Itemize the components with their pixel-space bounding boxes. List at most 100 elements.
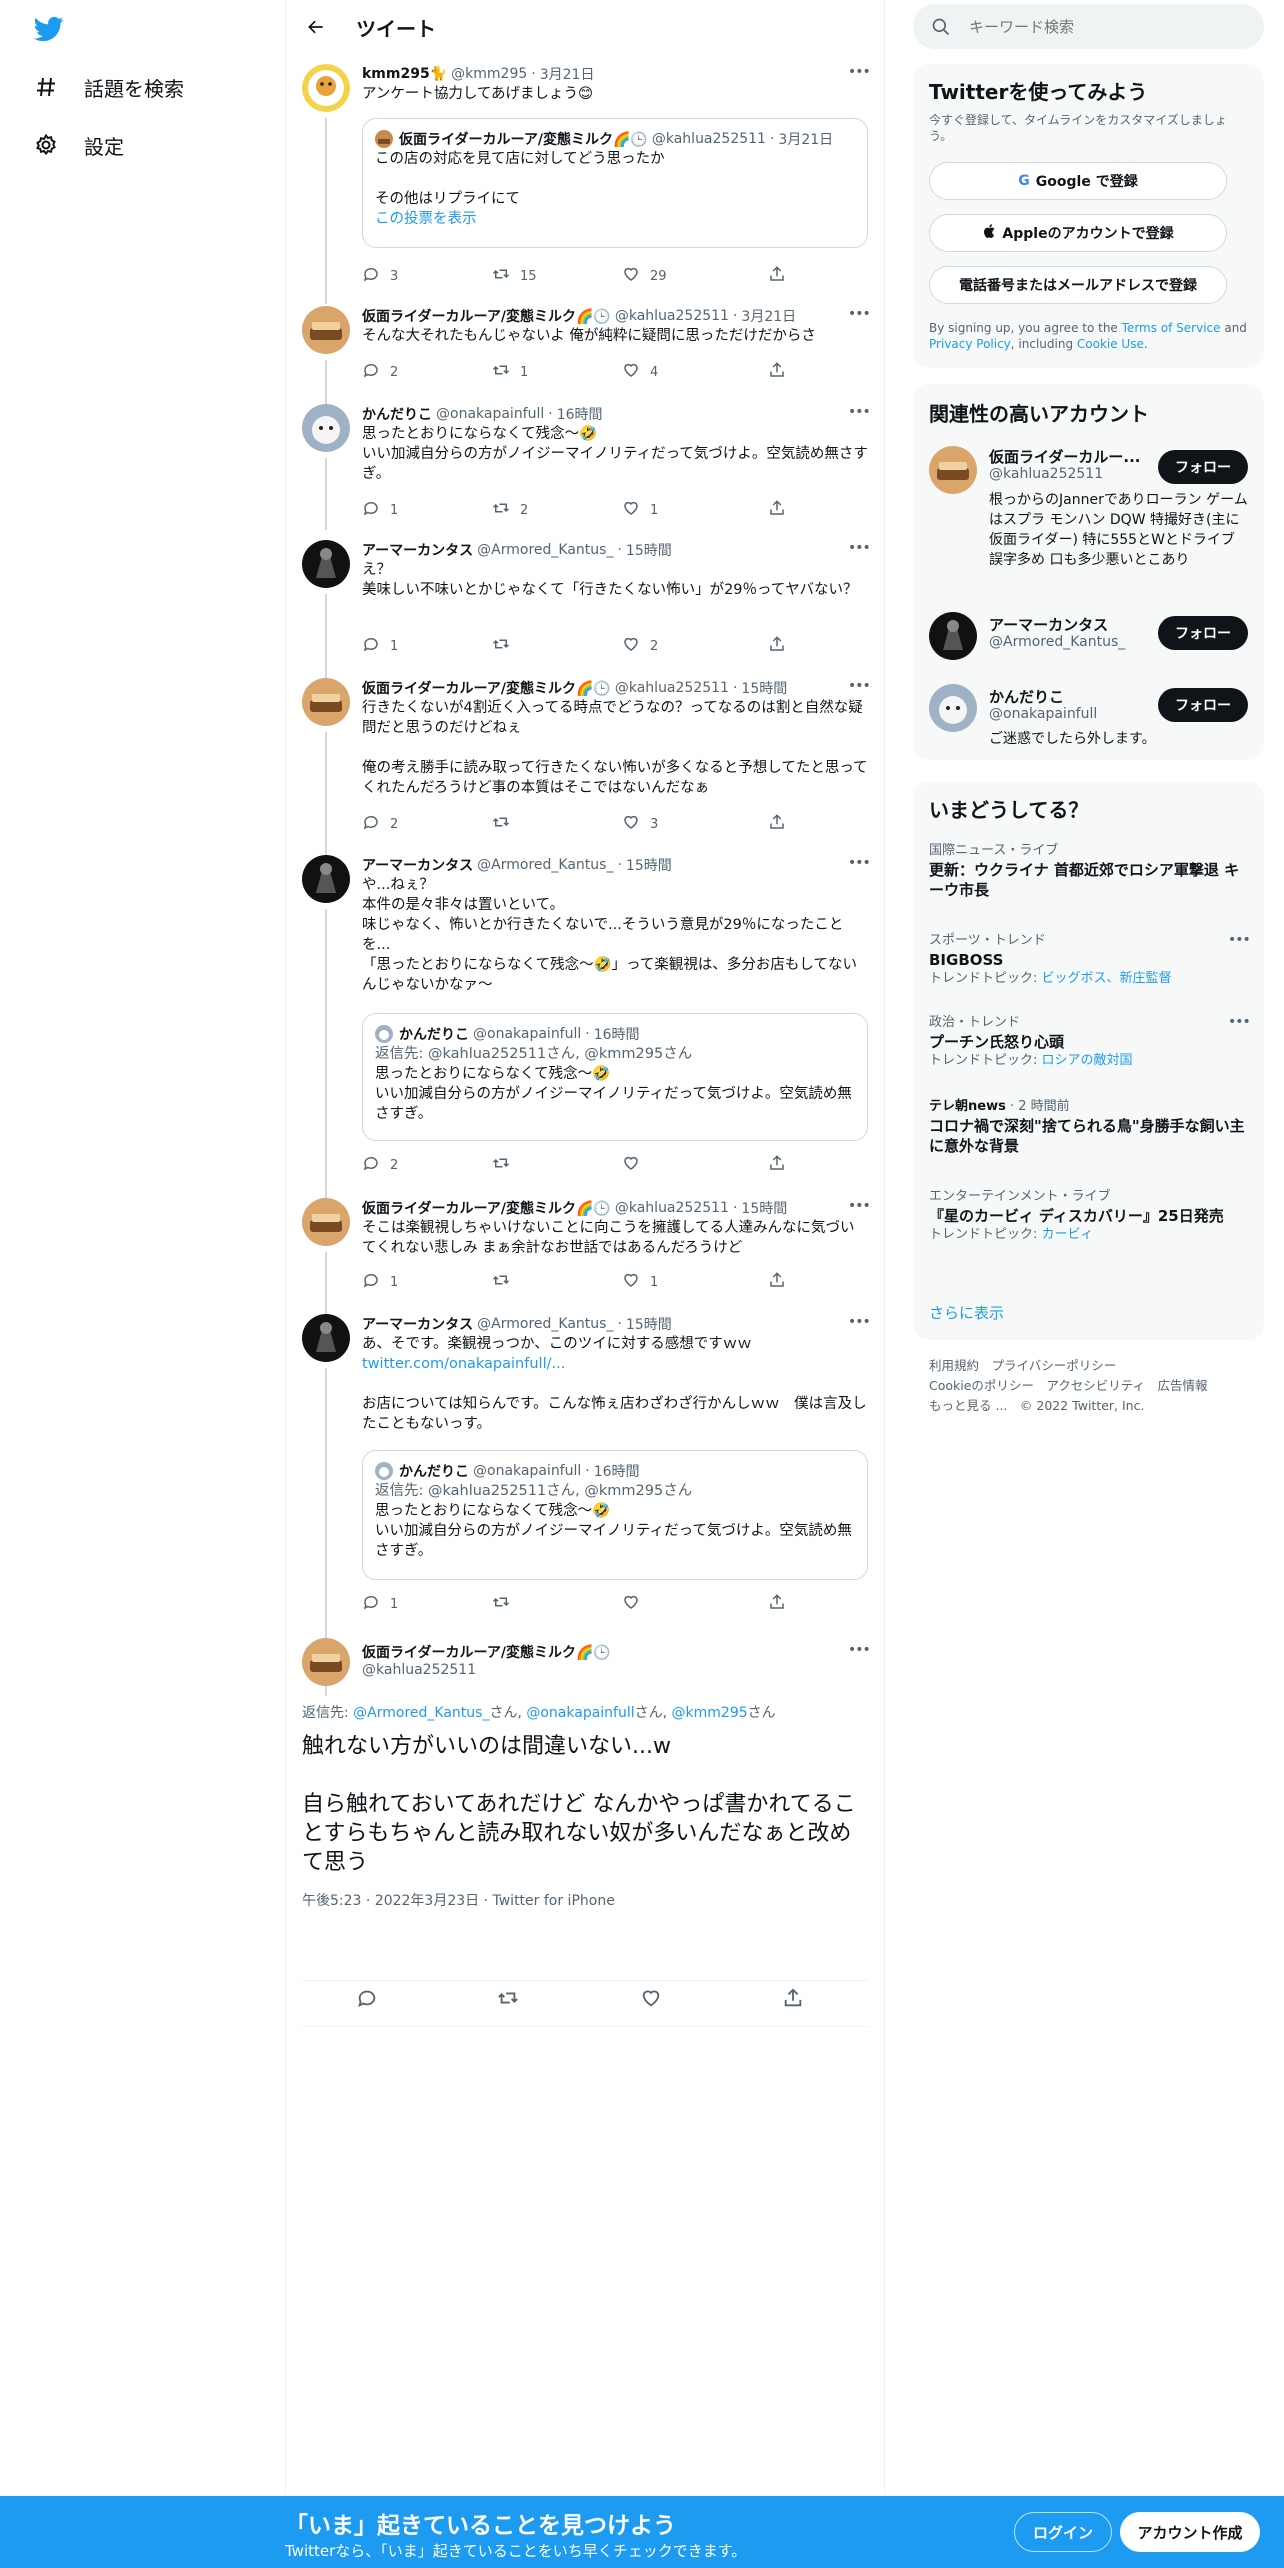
avatar[interactable] [302, 64, 350, 112]
avatar[interactable] [302, 540, 350, 588]
nav-settings[interactable]: 設定 [32, 123, 124, 167]
retweet-button[interactable] [497, 1990, 519, 2010]
like-button[interactable]: 1 [622, 500, 658, 520]
share-button[interactable] [768, 1272, 786, 1292]
reply-button[interactable]: 1 [362, 1272, 398, 1292]
user-name[interactable]: 仮面ライダーカルーア/変態ミルク🌈🕒 [362, 1642, 611, 1662]
user-name[interactable]: アーマーカンタス [362, 855, 473, 875]
phone-email-signup-button[interactable]: 電話番号またはメールアドレスで登録 [929, 266, 1227, 304]
user-name[interactable]: kmm295🐈 [362, 66, 447, 82]
reply-to-mention[interactable]: @Armored_Kantus_ [353, 1705, 489, 1721]
tweet-time[interactable]: 15時間 [741, 678, 787, 698]
privacy-link[interactable]: Privacy Policy [929, 337, 1011, 351]
tweet-time[interactable]: 3月21日 [540, 64, 595, 84]
reply-to-mention[interactable]: @onakapainfull [526, 1705, 634, 1721]
like-button[interactable] [622, 1594, 650, 1614]
trend-item[interactable]: 国際ニュース・ライブ 更新：ウクライナ 首都近郊でロシア軍撃退 キーウ市長 [929, 842, 1248, 900]
show-more-link[interactable]: さらに表示 [929, 1302, 1004, 1323]
like-button[interactable]: 29 [622, 266, 667, 286]
avatar[interactable] [302, 678, 350, 726]
login-button[interactable]: ログイン [1014, 2512, 1112, 2552]
avatar[interactable] [302, 1638, 350, 1686]
more-icon[interactable]: ••• [1228, 1014, 1251, 1034]
avatar[interactable] [302, 1314, 350, 1362]
reply-button[interactable]: 2 [362, 814, 398, 834]
reply-button[interactable]: 2 [362, 362, 398, 382]
user-handle[interactable]: @Armored_Kantus_ [477, 1316, 613, 1332]
avatar[interactable] [302, 404, 350, 452]
tweet-time[interactable]: 15時間 [741, 1198, 787, 1218]
retweet-button[interactable]: 1 [492, 362, 528, 382]
share-button[interactable] [768, 636, 786, 656]
trend-item[interactable]: テレ朝news · 2 時間前 コロナ禍で深刻"捨てられる鳥"身勝手な飼い主に意… [929, 1098, 1248, 1156]
reply-button[interactable] [356, 1990, 378, 2010]
search-input[interactable] [969, 17, 1249, 36]
user-handle[interactable]: @kmm295 [451, 66, 527, 82]
twitter-logo-icon[interactable] [32, 14, 66, 44]
like-button[interactable]: 4 [622, 362, 658, 382]
more-icon[interactable]: ••• [848, 64, 871, 84]
share-button[interactable] [782, 1988, 804, 2010]
reply-button[interactable]: 1 [362, 500, 398, 520]
tweet[interactable]: アーマーカンタス @Armored_Kantus_ · 15時間 ••• や..… [286, 855, 884, 1207]
user-handle[interactable]: @Armored_Kantus_ [477, 542, 613, 558]
like-button[interactable]: 1 [622, 1272, 658, 1292]
account-card[interactable]: アーマーカンタス @Armored_Kantus_ フォロー [913, 612, 1264, 672]
more-icon[interactable]: ••• [848, 1642, 871, 1662]
focused-user[interactable]: 仮面ライダーカルーア/変態ミルク🌈🕒 @kahlua252511 [362, 1642, 611, 1678]
share-button[interactable] [768, 362, 786, 382]
share-button[interactable] [768, 266, 786, 286]
back-arrow-icon[interactable] [298, 9, 334, 45]
user-handle[interactable]: @onakapainfull [436, 406, 544, 422]
retweet-button[interactable] [492, 1155, 520, 1175]
search-box[interactable] [913, 4, 1264, 49]
tweet-meta[interactable]: 午後5:23 · 2022年3月23日 · Twitter for iPhone [302, 1890, 615, 1910]
tweet[interactable]: かんだりこ @onakapainfull · 16時間 ••• 思ったとおりにな… [286, 404, 884, 530]
google-signup-button[interactable]: G Google で登録 [929, 162, 1227, 200]
trend-item[interactable]: 政治・トレンド プーチン氏怒り心頭 トレンドトピック: ロシアの敵対国 ••• [929, 1014, 1251, 1070]
signup-button[interactable]: アカウント作成 [1120, 2512, 1260, 2552]
more-icon[interactable]: ••• [1228, 932, 1251, 952]
trend-item[interactable]: エンターテインメント・ライブ 『星のカービィ ディスカバリー』25日発売 トレン… [929, 1188, 1248, 1244]
user-name[interactable]: アーマーカンタス [362, 1314, 473, 1334]
like-button[interactable] [622, 1155, 650, 1175]
share-button[interactable] [768, 500, 786, 520]
footer-links[interactable]: 利用規約 プライバシーポリシー Cookieのポリシー アクセシビリティ 広告情… [929, 1356, 1208, 1416]
avatar[interactable] [302, 855, 350, 903]
tweet[interactable]: アーマーカンタス @Armored_Kantus_ · 15時間 ••• え？ … [286, 540, 884, 682]
tweet-time[interactable]: 15時間 [626, 1314, 672, 1334]
more-icon[interactable]: ••• [848, 540, 871, 560]
follow-button[interactable]: フォロー [1158, 450, 1248, 484]
share-button[interactable] [768, 1594, 786, 1614]
quote-card[interactable]: 仮面ライダーカルーア/変態ミルク🌈🕒 @kahlua252511 · 3月21日… [362, 118, 868, 248]
more-icon[interactable]: ••• [848, 855, 871, 875]
avatar[interactable] [302, 1198, 350, 1246]
like-button[interactable]: 3 [622, 814, 658, 834]
retweet-button[interactable] [492, 636, 520, 656]
quote-card[interactable]: かんだりこ @onakapainfull · 16時間 返信先: @kahlua… [362, 1450, 868, 1580]
retweet-button[interactable] [492, 1594, 520, 1614]
user-handle[interactable]: @kahlua252511 [615, 308, 729, 324]
share-button[interactable] [768, 1155, 786, 1175]
tweet[interactable]: 仮面ライダーカルーア/変態ミルク🌈🕒 @kahlua252511 · 15時間 … [286, 678, 884, 864]
like-button[interactable] [640, 1990, 662, 2010]
cookie-link[interactable]: Cookie Use [1077, 337, 1144, 351]
tweet[interactable]: アーマーカンタス @Armored_Kantus_ · 15時間 ••• あ、そ… [286, 1314, 884, 1696]
tweet[interactable]: 仮面ライダーカルーア/変態ミルク🌈🕒 @kahlua252511 · 15時間 … [286, 1198, 884, 1314]
user-name[interactable]: アーマーカンタス [362, 540, 473, 560]
tweet-link[interactable]: twitter.com/onakapainfull/... [362, 1354, 868, 1374]
retweet-button[interactable] [492, 1272, 520, 1292]
trend-item[interactable]: スポーツ・トレンド BIGBOSS トレンドトピック: ビッグボス、新庄監督 •… [929, 932, 1251, 988]
terms-link[interactable]: Terms of Service [1122, 321, 1221, 335]
more-icon[interactable]: ••• [848, 1314, 871, 1334]
nav-explore[interactable]: 話題を検索 [32, 65, 184, 109]
more-icon[interactable]: ••• [848, 404, 871, 424]
user-name[interactable]: 仮面ライダーカルーア/変態ミルク🌈🕒 [362, 306, 611, 326]
tweet-time[interactable]: 3月21日 [741, 306, 796, 326]
account-card[interactable]: かんだりこ @onakapainfull フォロー ご迷惑でしたら外します。 [913, 684, 1264, 754]
like-button[interactable]: 2 [622, 636, 658, 656]
quote-card[interactable]: かんだりこ @onakapainfull · 16時間 返信先: @kahlua… [362, 1013, 868, 1141]
user-name[interactable]: かんだりこ [362, 404, 432, 424]
tweet[interactable]: 仮面ライダーカルーア/変態ミルク🌈🕒 @kahlua252511 · 3月21日… [286, 306, 884, 404]
user-handle[interactable]: @Armored_Kantus_ [477, 857, 613, 873]
